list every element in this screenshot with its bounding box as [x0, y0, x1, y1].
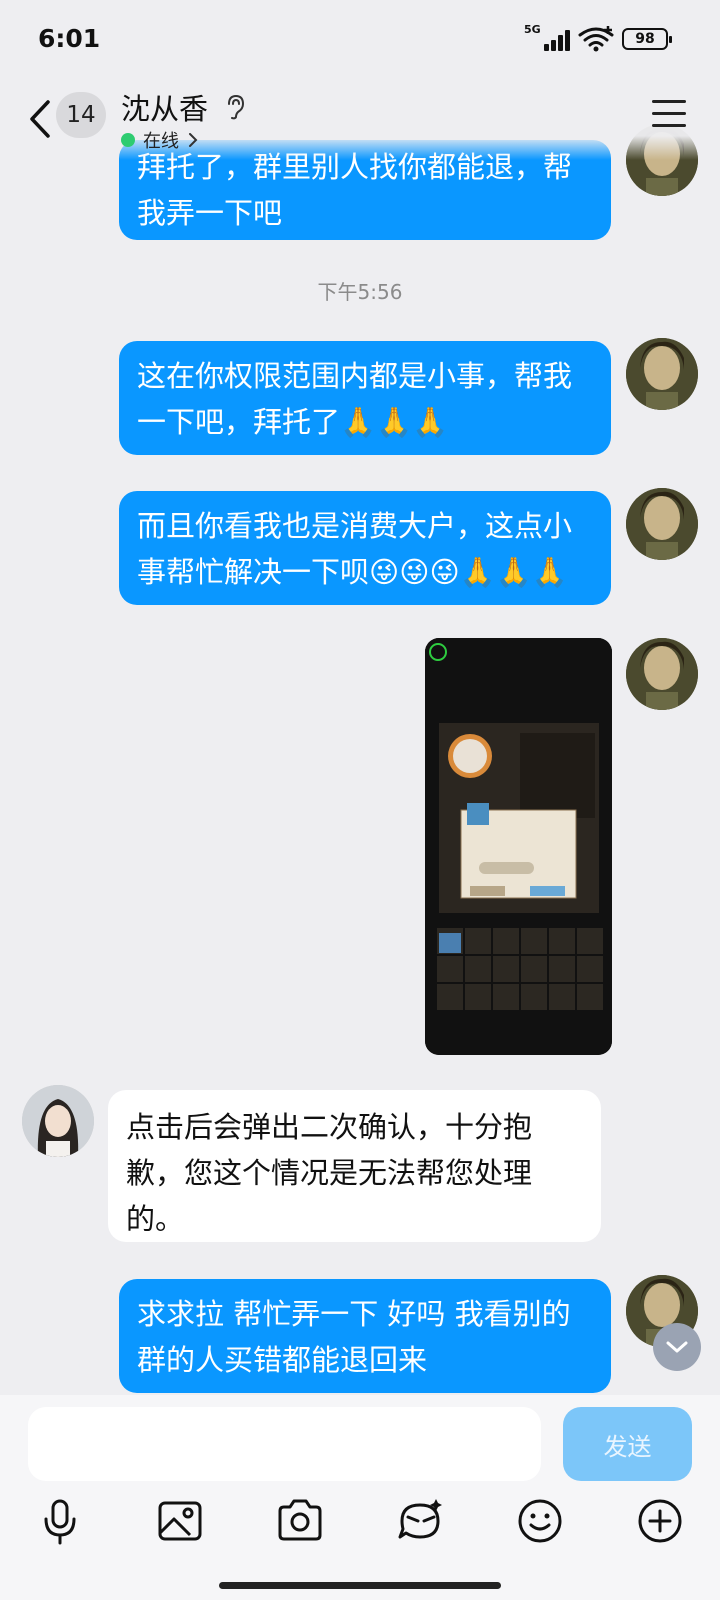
message-text: 拜托了，群里别人找你都能退，帮我弄一下吧 [137, 150, 573, 230]
microphone-icon[interactable] [34, 1495, 86, 1547]
back-arrow-icon[interactable] [26, 96, 56, 142]
contact-name[interactable]: 沈从香 [121, 86, 208, 128]
home-indicator[interactable] [219, 1582, 501, 1589]
scroll-to-bottom-button[interactable] [653, 1323, 701, 1371]
online-dot-icon [121, 133, 135, 147]
chat-header: 14 沈从香 在线 [0, 80, 720, 160]
plus-icon[interactable] [634, 1495, 686, 1547]
my-avatar[interactable] [626, 488, 698, 560]
message-text: 求求拉 帮忙弄一下 好吗 我看别的群的人买错都能退回来 [137, 1297, 571, 1377]
composer: 发送 [0, 1395, 720, 1600]
chevron-down-icon [666, 1341, 688, 1353]
sticker-icon[interactable] [394, 1495, 446, 1547]
online-status[interactable]: 在线 [121, 127, 199, 153]
game-screenshot-image [425, 638, 612, 1055]
composer-toolbar [0, 1495, 720, 1565]
send-button[interactable]: 发送 [563, 1407, 692, 1481]
message-timestamp: 下午5:56 [317, 280, 403, 304]
message-text: 这在你权限范围内都是小事，帮我一下吧，拜托了🙏🙏🙏 [137, 359, 573, 439]
message-bubble-incoming[interactable]: 点击后会弹出二次确认，十分抱歉，您这个情况是无法帮您处理的。 [108, 1090, 601, 1242]
message-list[interactable]: 拜托了，群里别人找你都能退，帮我弄一下吧 下午5:56 这在你权限范围内都是小事… [0, 0, 720, 1395]
my-avatar[interactable] [626, 338, 698, 410]
message-bubble-outgoing[interactable]: 这在你权限范围内都是小事，帮我一下吧，拜托了🙏🙏🙏 [119, 341, 611, 455]
message-text: 而且你看我也是消费大户，这点小事帮忙解决一下呗😜😜😜🙏🙏🙏 [137, 509, 573, 589]
emoji-icon[interactable] [514, 1495, 566, 1547]
contact-avatar[interactable] [22, 1085, 94, 1157]
online-status-label: 在线 [143, 131, 179, 152]
message-text: 点击后会弹出二次确认，十分抱歉，您这个情况是无法帮您处理的。 [126, 1110, 533, 1236]
message-bubble-outgoing[interactable]: 求求拉 帮忙弄一下 好吗 我看别的群的人买错都能退回来 [119, 1279, 611, 1393]
my-avatar[interactable] [626, 638, 698, 710]
unread-count-badge[interactable]: 14 [56, 92, 106, 138]
message-bubble-outgoing[interactable]: 而且你看我也是消费大户，这点小事帮忙解决一下呗😜😜😜🙏🙏🙏 [119, 491, 611, 605]
image-message-screenshot[interactable] [425, 638, 612, 1055]
menu-icon[interactable] [652, 100, 686, 128]
camera-icon[interactable] [274, 1495, 326, 1547]
ear-icon[interactable] [224, 94, 246, 120]
message-input[interactable] [28, 1407, 541, 1481]
image-icon[interactable] [154, 1495, 206, 1547]
chevron-right-icon [189, 133, 198, 147]
